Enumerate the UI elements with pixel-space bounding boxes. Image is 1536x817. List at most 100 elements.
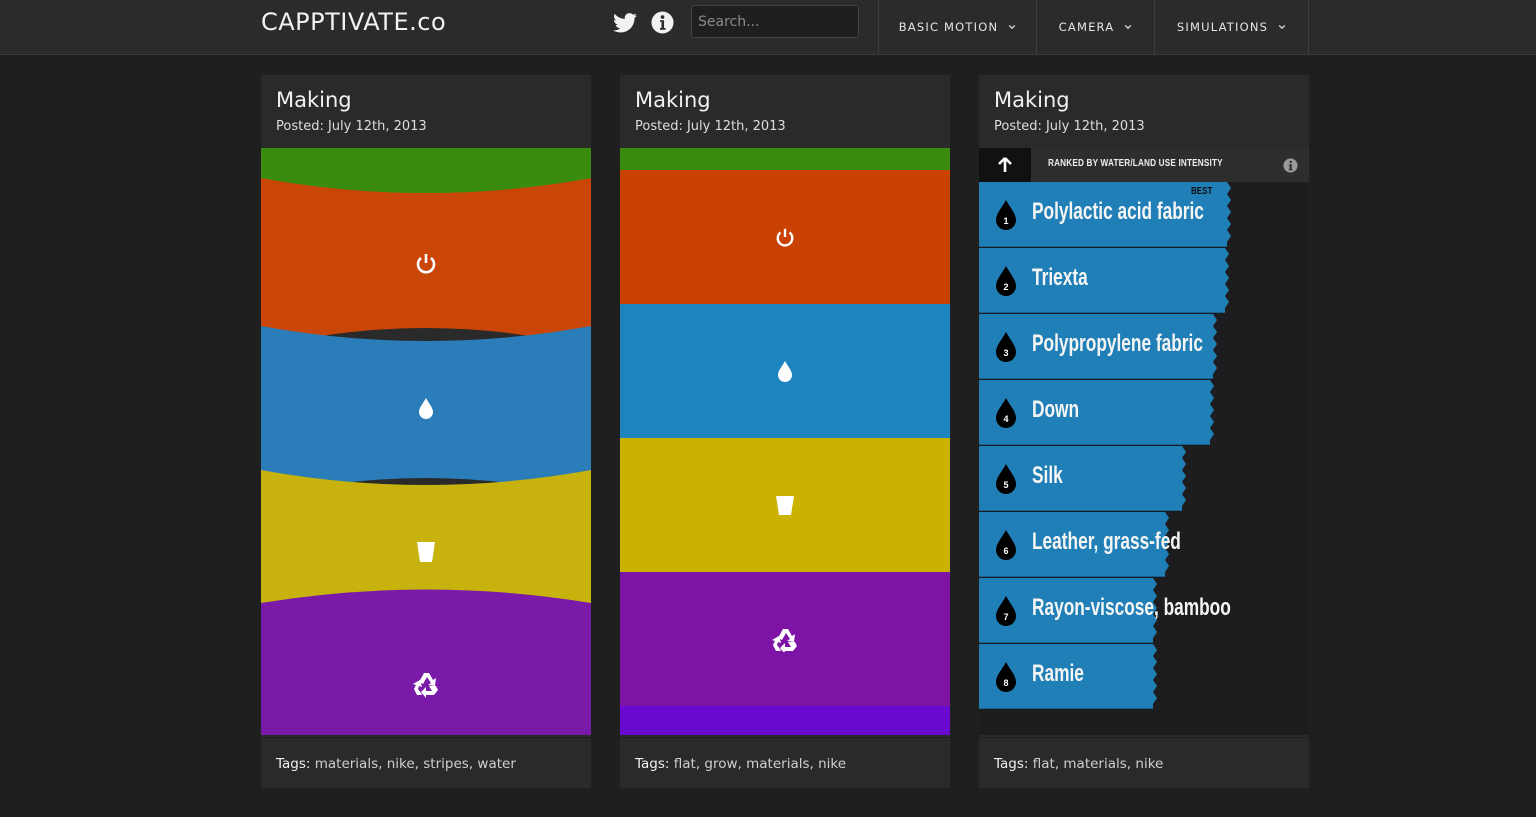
card-footer: Tags: flat, grow, materials, nike xyxy=(620,737,950,788)
tag-list: Tags: flat, grow, materials, nike xyxy=(635,756,847,772)
card-footer: Tags: materials, nike, stripes, water xyxy=(261,737,591,788)
ranking-header: RANKED BY WATER/LAND USE INTENSITY xyxy=(979,148,1309,182)
tag-link[interactable]: nike xyxy=(387,756,415,772)
card-title[interactable]: Making xyxy=(994,88,1070,112)
tag-link[interactable]: flat xyxy=(1033,756,1055,772)
cup-icon xyxy=(417,542,435,562)
card-preview-ranking[interactable]: RANKED BY WATER/LAND USE INTENSITY 1 Poly… xyxy=(979,148,1309,735)
band-green xyxy=(620,148,950,170)
band-violet xyxy=(620,706,950,735)
tags-label: Tags: xyxy=(635,756,670,772)
ranking-item[interactable]: 3 Polypropylene fabric xyxy=(979,314,1309,379)
ranking-list: 1 Polylactic acid fabric BEST 2 Triexta 3 Po… xyxy=(979,182,1309,735)
card-footer: Tags: flat, materials, nike xyxy=(979,737,1309,788)
ranking-item-name: Rayon-viscose, bamboo xyxy=(1032,594,1231,621)
nav-simulations[interactable]: SIMULATIONS xyxy=(1154,0,1308,54)
ranking-item[interactable]: 1 Polylactic acid fabric BEST xyxy=(979,182,1309,247)
wavy-stripes-graphic xyxy=(261,148,591,735)
ranking-item-name: Down xyxy=(1032,396,1080,423)
site-logo[interactable]: CAPPTIVATE.co xyxy=(261,8,446,36)
info-icon[interactable] xyxy=(1283,158,1298,173)
tag-link[interactable]: grow xyxy=(704,756,737,772)
rank-number: 6 xyxy=(1003,546,1008,556)
tag-link[interactable]: materials xyxy=(1063,756,1126,772)
tag-link[interactable]: nike xyxy=(818,756,846,772)
water-drop-icon: 2 xyxy=(996,266,1016,296)
ranking-item-name: Ramie xyxy=(1032,660,1084,687)
ranking-item-name: Leather, grass-fed xyxy=(1032,528,1181,555)
water-drop-icon: 1 xyxy=(996,200,1016,230)
nav-camera-label: CAMERA xyxy=(1058,20,1115,34)
rank-number: 4 xyxy=(1003,414,1008,424)
sort-toggle-button[interactable] xyxy=(979,148,1031,182)
ranking-item[interactable]: 5 Silk xyxy=(979,446,1309,511)
card-preview-wavy-stripes[interactable] xyxy=(261,148,591,735)
water-drop-icon: 8 xyxy=(996,662,1016,692)
nav-camera[interactable]: CAMERA xyxy=(1036,0,1154,54)
ranking-item-name: Triexta xyxy=(1032,264,1088,291)
top-navbar: CAPPTIVATE.co BASIC MOTION CAMERA SIMULA… xyxy=(0,0,1536,55)
ranking-item[interactable]: 6 Leather, grass-fed xyxy=(979,512,1309,577)
ranking-item[interactable]: 8 Ramie xyxy=(979,644,1309,709)
ranking-item-name: Silk xyxy=(1032,462,1063,489)
rank-number: 8 xyxy=(1003,678,1008,688)
ranking-item-name: Polylactic acid fabric xyxy=(1032,198,1204,225)
nav-basic-motion[interactable]: BASIC MOTION xyxy=(878,0,1036,54)
info-icon[interactable] xyxy=(651,11,674,34)
card-date: Posted: July 12th, 2013 xyxy=(635,119,786,134)
rank-number: 7 xyxy=(1003,612,1008,622)
card-header: Making Posted: July 12th, 2013 xyxy=(620,75,950,149)
power-icon xyxy=(776,228,794,247)
water-drop-icon: 3 xyxy=(996,332,1016,362)
card-title[interactable]: Making xyxy=(635,88,711,112)
ranking-item[interactable]: 2 Triexta xyxy=(979,248,1309,313)
nav-simulations-label: SIMULATIONS xyxy=(1176,20,1269,34)
tag-list: Tags: materials, nike, stripes, water xyxy=(276,756,516,772)
nav-divider xyxy=(1308,0,1309,54)
water-drop-icon xyxy=(778,361,792,382)
water-drop-icon: 7 xyxy=(996,596,1016,626)
ranking-item[interactable]: 7 Rayon-viscose, bamboo xyxy=(979,578,1309,643)
tag-link[interactable]: water xyxy=(477,756,515,772)
water-drop-icon: 5 xyxy=(996,464,1016,494)
card-date: Posted: July 12th, 2013 xyxy=(994,119,1145,134)
rank-number: 3 xyxy=(1003,348,1008,358)
rank-number: 1 xyxy=(1003,216,1008,226)
twitter-icon[interactable] xyxy=(613,12,637,34)
tag-link[interactable]: materials xyxy=(315,756,378,772)
chevron-down-icon xyxy=(1278,24,1286,30)
card-date: Posted: July 12th, 2013 xyxy=(276,119,427,134)
search-input[interactable] xyxy=(691,5,859,38)
arrow-up-icon xyxy=(998,157,1012,172)
cup-icon xyxy=(776,496,794,515)
rank-number: 5 xyxy=(1003,480,1008,490)
band-blue xyxy=(620,304,950,438)
ranking-item[interactable]: 4 Down xyxy=(979,380,1309,445)
tag-link[interactable]: materials xyxy=(746,756,809,772)
tag-list: Tags: flat, materials, nike xyxy=(994,756,1164,772)
tags-label: Tags: xyxy=(994,756,1029,772)
band-purple xyxy=(620,572,950,706)
water-drop-icon: 6 xyxy=(996,530,1016,560)
tag-link[interactable]: stripes xyxy=(423,756,469,772)
tags-label: Tags: xyxy=(276,756,311,772)
band-purple xyxy=(261,589,591,735)
nav-basic-motion-label: BASIC MOTION xyxy=(898,20,999,34)
post-card-1: Making Posted: July 12th, 2013 Tags: mat… xyxy=(261,75,591,788)
best-badge: BEST xyxy=(1191,186,1213,197)
recycle-icon xyxy=(772,629,797,652)
card-preview-flat-stripes[interactable] xyxy=(620,148,950,735)
band-orange xyxy=(620,170,950,304)
card-header: Making Posted: July 12th, 2013 xyxy=(261,75,591,149)
card-header: Making Posted: July 12th, 2013 xyxy=(979,75,1309,149)
chevron-down-icon xyxy=(1125,24,1132,30)
ranking-bar xyxy=(979,248,1229,313)
rank-number: 2 xyxy=(1003,282,1008,292)
card-title[interactable]: Making xyxy=(276,88,352,112)
tag-link[interactable]: nike xyxy=(1135,756,1163,772)
ranking-item-name: Polypropylene fabric xyxy=(1032,330,1203,357)
tag-link[interactable]: flat xyxy=(674,756,696,772)
water-drop-icon: 4 xyxy=(996,398,1016,428)
post-card-2: Making Posted: July 12th, 2013 Tags: fla… xyxy=(620,75,950,788)
ranking-label: RANKED BY WATER/LAND USE INTENSITY xyxy=(1048,158,1223,169)
